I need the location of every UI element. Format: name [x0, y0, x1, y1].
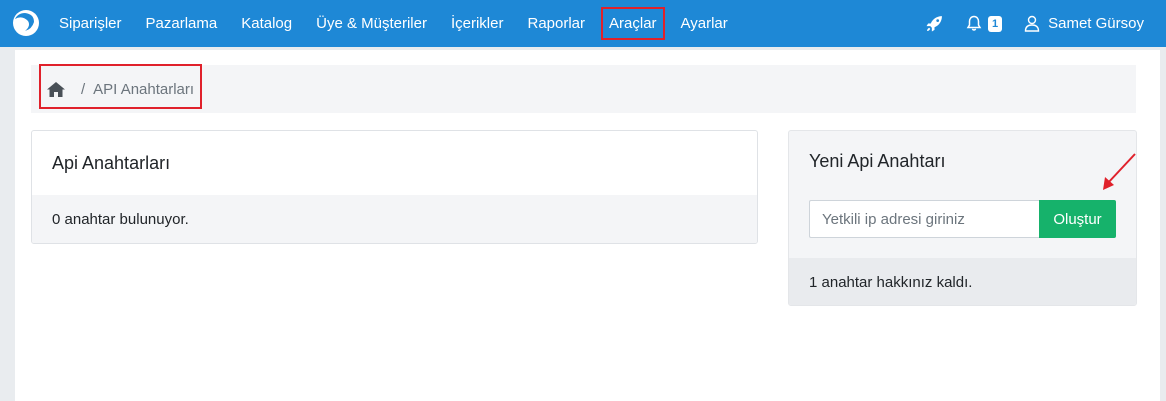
rocket-icon[interactable]: [924, 14, 944, 34]
nav-item-ayarlar[interactable]: Ayarlar: [681, 15, 728, 32]
main-content: / API Anahtarları Api Anahtarları 0 anah…: [15, 50, 1160, 401]
api-keys-title: Api Anahtarları: [52, 152, 171, 173]
user-menu[interactable]: Samet Gürsoy: [1024, 15, 1144, 32]
api-keys-count: 0 anahtar bulunuyor.: [32, 195, 757, 243]
nav-item-katalog[interactable]: Katalog: [241, 15, 292, 32]
bell-icon[interactable]: [964, 14, 984, 34]
nav-item-icerikler[interactable]: İçerikler: [451, 15, 504, 32]
top-navbar: Siparişler Pazarlama Katalog Üye & Müşte…: [0, 0, 1166, 47]
notification-badge: 1: [988, 15, 1003, 32]
new-api-key-title: Yeni Api Anahtarı: [809, 151, 946, 171]
main-nav: Siparişler Pazarlama Katalog Üye & Müşte…: [59, 0, 752, 47]
user-name: Samet Gürsoy: [1048, 15, 1144, 32]
ip-address-input[interactable]: [809, 200, 1039, 238]
nav-item-araclar[interactable]: Araçlar: [601, 7, 665, 40]
nav-item-pazarlama[interactable]: Pazarlama: [146, 15, 218, 32]
nav-item-raporlar[interactable]: Raporlar: [527, 15, 585, 32]
remaining-keys-text: 1 anahtar hakkınız kaldı.: [789, 258, 1136, 305]
nav-item-uye-musteriler[interactable]: Üye & Müşteriler: [316, 15, 427, 32]
navbar-tools: 1 Samet Gürsoy: [924, 0, 1166, 47]
user-icon: [1024, 15, 1040, 32]
breadcrumb-highlight-box: [39, 64, 202, 109]
new-api-key-card: Yeni Api Anahtarı Oluştur 1 anahtar hakk…: [788, 130, 1137, 306]
nav-item-siparisler[interactable]: Siparişler: [59, 15, 122, 32]
api-keys-card: Api Anahtarları 0 anahtar bulunuyor.: [31, 130, 758, 244]
create-button[interactable]: Oluştur: [1039, 200, 1116, 238]
logo-icon[interactable]: [12, 9, 40, 37]
